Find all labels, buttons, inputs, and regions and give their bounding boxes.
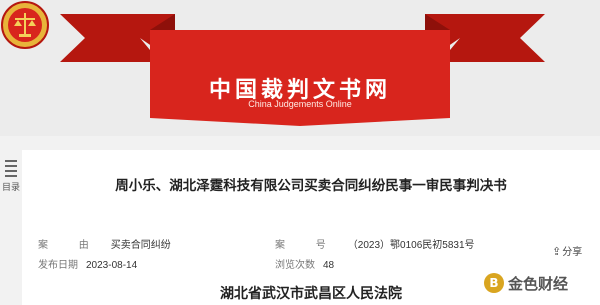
publish-date-row: 发布日期 2023-08-14 — [38, 256, 137, 271]
banner-ribbon — [60, 14, 545, 126]
court-emblem-icon — [1, 1, 49, 49]
views-value: 48 — [323, 260, 335, 271]
case-cause-key: 案 由 — [38, 240, 103, 251]
toc-button[interactable]: 目录 — [0, 150, 22, 193]
views-key: 浏览次数 — [275, 260, 315, 271]
case-cause-row: 案 由买卖合同纠纷 — [38, 236, 171, 251]
watermark-text: 金色财经 — [508, 274, 569, 293]
views-row: 浏览次数 48 — [275, 256, 334, 271]
watermark-logo-icon: B — [484, 273, 504, 293]
case-cause-value: 买卖合同纠纷 — [110, 240, 171, 251]
share-icon: ⇪ — [552, 245, 562, 258]
case-number-key: 案 号 — [275, 240, 340, 251]
watermark: B 金色财经 — [484, 271, 568, 295]
publish-date-value: 2023-08-14 — [86, 260, 138, 271]
list-icon — [5, 160, 17, 177]
site-subtitle: China Judgements Online — [248, 99, 352, 109]
site-banner: 中国裁判文书网 China Judgements Online — [0, 0, 600, 136]
share-button[interactable]: ⇪分享 — [552, 243, 582, 258]
share-label: 分享 — [562, 247, 583, 258]
document-title: 周小乐、湖北泽霆科技有限公司买卖合同纠纷民事一审民事判决书 — [115, 178, 507, 194]
case-number-value: （2023）鄂0106民初5831号 — [347, 240, 475, 251]
toc-label: 目录 — [1, 183, 20, 193]
publish-date-key: 发布日期 — [38, 260, 78, 271]
case-number-row: 案 号 （2023）鄂0106民初5831号 — [275, 236, 475, 251]
